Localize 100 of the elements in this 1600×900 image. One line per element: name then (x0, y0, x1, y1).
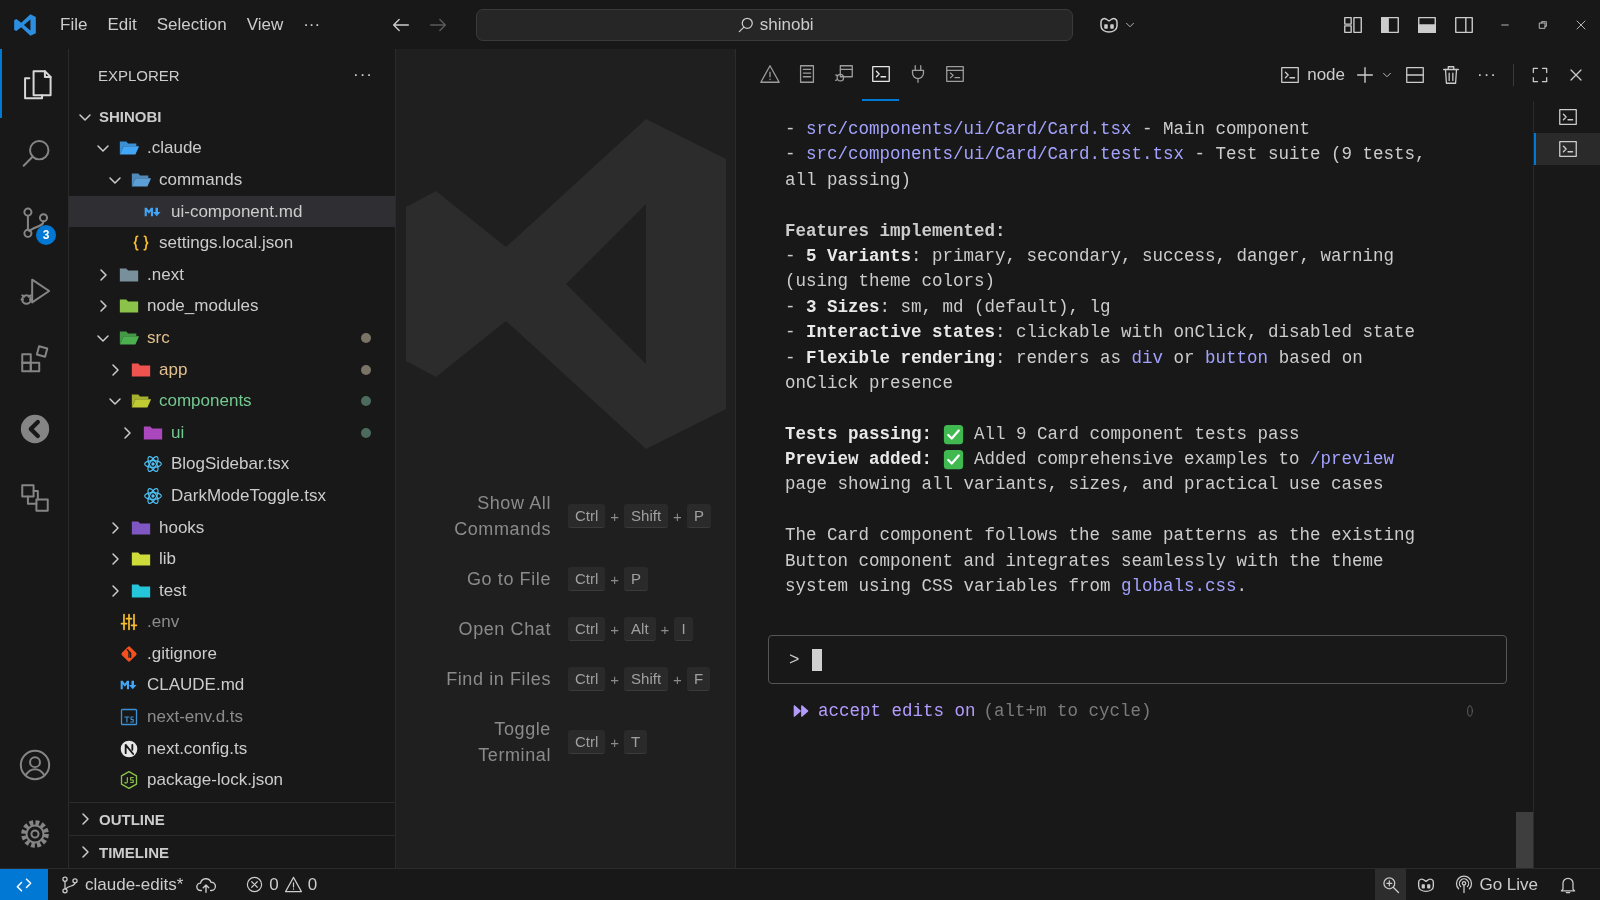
problems-button[interactable]: 0 0 (237, 869, 326, 900)
tree-item[interactable]: test (69, 574, 395, 607)
branch-icon (60, 874, 80, 895)
file-link[interactable]: div (1131, 345, 1164, 371)
plus-sign: + (610, 570, 620, 588)
tree-item[interactable]: lib (69, 543, 395, 575)
terminal-line: system using CSS variables from globals.css. (768, 574, 1507, 600)
terminal-window-icon (943, 63, 966, 85)
check-icon (942, 423, 964, 445)
shortcut-label: Find in Files (445, 668, 551, 691)
tree-item[interactable]: settings.local.json (69, 227, 395, 259)
text-cursor (811, 648, 822, 671)
terminal-line: - src/components/ui/Card/Card.tsx - Main component (768, 117, 1507, 143)
terminal-icon (1557, 106, 1579, 128)
terminal-line: - src/components/ui/Card/Card.test.tsx - Test suite (9 tests, (768, 142, 1507, 168)
key-cap: Shift (624, 504, 669, 528)
warning-icon (283, 875, 303, 894)
tree-item[interactable]: .claude (69, 132, 395, 165)
trash-icon[interactable] (1440, 64, 1462, 86)
app-logo-icon (12, 11, 38, 38)
terminal-selector[interactable]: node (1279, 64, 1345, 86)
tree-item[interactable]: DarkModeToggle.tsx (69, 480, 395, 512)
zoom-button[interactable] (1375, 869, 1407, 900)
tree-item[interactable]: node_modules (69, 290, 395, 323)
terminal-icon (869, 63, 892, 85)
file-link[interactable]: /preview (1310, 447, 1395, 473)
search-field[interactable]: shinobi (476, 8, 1074, 41)
account-icon[interactable] (18, 747, 52, 782)
shortcut-label: Go to File (465, 568, 551, 591)
tree-item[interactable]: hooks (69, 511, 395, 544)
key-cap: Ctrl (568, 730, 606, 754)
terminal-line: onClick presence (784, 371, 955, 395)
more-button[interactable]: ··· (353, 65, 373, 85)
menu-item[interactable]: Edit (97, 10, 147, 39)
more-button[interactable]: ··· (1469, 65, 1505, 85)
key-cap: Ctrl (568, 567, 606, 591)
key-cap: F (686, 667, 711, 691)
activity-item[interactable]: 3 (0, 187, 68, 256)
mode-hint: (alt+m to cycle) (983, 700, 1152, 721)
plus-sign: + (610, 620, 620, 638)
terminal-line: - 3 Sizes: sm, md (default), lg (784, 295, 1112, 319)
key-cap: Ctrl (568, 504, 606, 528)
terminal-line: The Card component follows the same patterns as the existing (784, 524, 1417, 548)
circle-logo-icon (119, 738, 139, 759)
file-link[interactable]: src/components/ui/Card/Card.tsx (806, 117, 1132, 143)
maximize-icon[interactable] (1530, 65, 1550, 85)
tree-item[interactable]: next.config.ts (69, 732, 395, 765)
section-header[interactable]: OUTLINE (69, 802, 395, 835)
hexagon-icon (119, 770, 139, 791)
broadcast-icon (1454, 874, 1475, 895)
key-cap: I (674, 617, 693, 641)
more-menu[interactable]: ··· (293, 10, 331, 39)
terminal-line: (using theme colors) (784, 270, 997, 294)
split-icon[interactable] (1404, 64, 1426, 86)
file-link[interactable]: button (1205, 345, 1269, 371)
count-badge: 3 (36, 225, 56, 245)
tree-item[interactable]: .next (69, 258, 395, 291)
go-live-button[interactable]: Go Live (1446, 869, 1546, 900)
terminal-line: page showing all variants, sizes, and practical use cases (784, 473, 1385, 497)
tree-item[interactable]: package-lock.json (69, 764, 395, 797)
branch-button[interactable]: claude-edits* (52, 869, 192, 900)
folder-header[interactable]: SHINOBI (69, 101, 395, 133)
tree-item[interactable]: .gitignore (69, 638, 395, 670)
tree-item[interactable]: .env (69, 606, 395, 639)
plus-icon[interactable] (1354, 64, 1376, 86)
file-link[interactable]: src/components/ui/Card/Card.test.tsx (806, 142, 1185, 168)
tree-item[interactable]: components (69, 385, 395, 417)
terminal-icon (1557, 138, 1579, 160)
key-cap: Ctrl (568, 617, 606, 641)
tree-item[interactable]: app (69, 353, 395, 386)
key-cap: Alt (624, 617, 656, 641)
file-link[interactable]: globals.css (1121, 574, 1237, 600)
check-icon (942, 449, 964, 471)
tree-item[interactable]: ui (69, 416, 395, 449)
sliders-icon (119, 612, 139, 633)
tree-item[interactable]: ui-component.md (69, 195, 395, 228)
shortcut-label: Show All Commands (453, 492, 551, 541)
plus-sign: + (610, 733, 620, 751)
plus-sign: + (673, 670, 682, 688)
key-cap: T (624, 730, 648, 754)
menu-item[interactable]: Selection (146, 10, 237, 39)
tree-item[interactable]: src (69, 322, 395, 354)
scrollbar-thumb[interactable] (1516, 812, 1533, 868)
tree-item[interactable]: CLAUDE.md (69, 669, 395, 702)
key-cap: P (686, 504, 711, 528)
prompt-input[interactable]: > (768, 635, 1507, 685)
shortcut-label: Open Chat (457, 618, 551, 641)
menu-item[interactable]: View (236, 10, 294, 39)
terminal-line: Button component and integrates seamlessly with the theme (784, 549, 1385, 573)
tree-item[interactable]: next-env.d.ts (69, 701, 395, 733)
plus-sign: + (660, 620, 670, 638)
terminal-line: all passing) (784, 168, 913, 192)
tree-item[interactable]: commands (69, 164, 395, 196)
key-cap: Ctrl (568, 667, 606, 691)
tree-item[interactable]: BlogSidebar.tsx (69, 448, 395, 481)
menu-item[interactable]: File (50, 10, 98, 39)
terminal-line: Features implemented: (784, 219, 1007, 243)
terminal-list-item[interactable] (1534, 133, 1600, 165)
terminal-line: - 5 Variants: primary, secondary, success, danger, warning (784, 244, 1396, 268)
shortcut-label: Toggle Terminal (477, 718, 551, 767)
